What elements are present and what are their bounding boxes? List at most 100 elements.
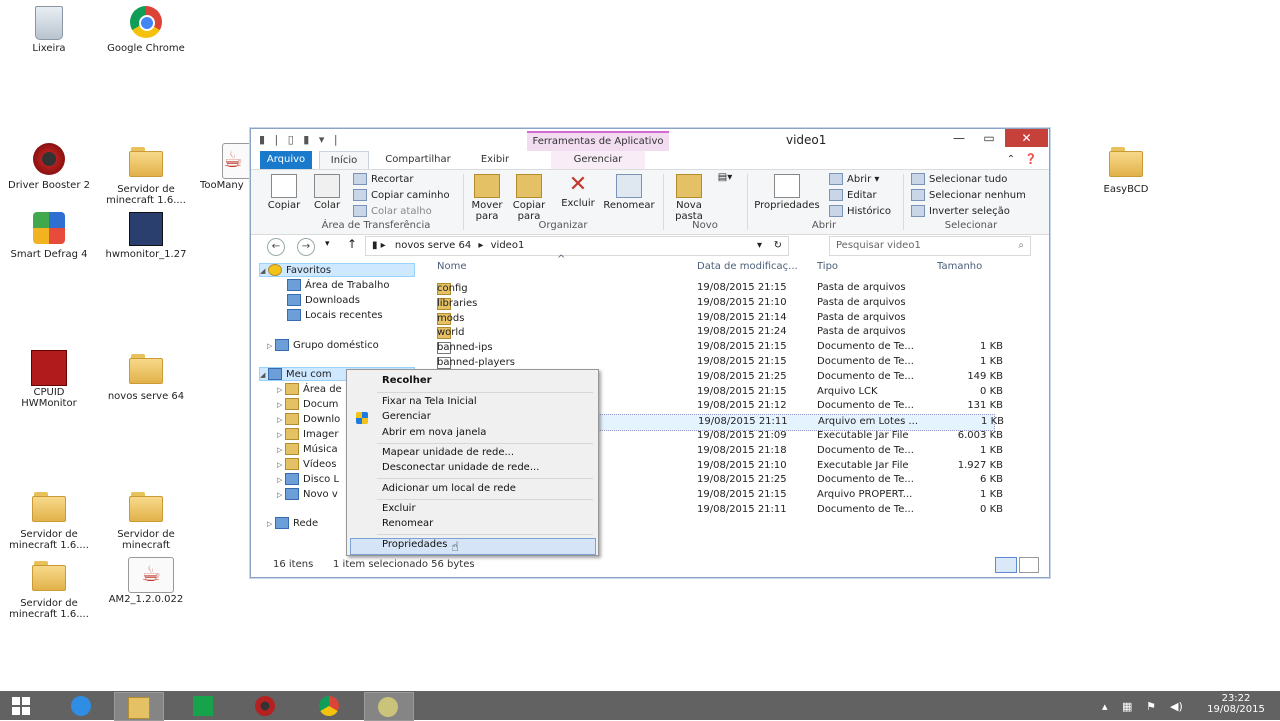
desktop-icon-google-chrome[interactable]: Google Chrome: [98, 6, 194, 54]
tab-exibir[interactable]: Exibir: [475, 151, 515, 169]
details-view-icon[interactable]: [995, 557, 1017, 573]
volume-tray-icon[interactable]: ◀): [1170, 700, 1183, 713]
menu-item-fixar[interactable]: Fixar na Tela Inicial: [382, 396, 477, 407]
nav-downloads[interactable]: Downloads: [287, 294, 360, 306]
taskbar-internet-explorer[interactable]: [58, 692, 106, 719]
help-icon[interactable]: ❓: [1023, 151, 1039, 169]
menu-item-renomear[interactable]: Renomear: [382, 518, 433, 529]
large-icons-view-icon[interactable]: [1019, 557, 1039, 573]
desktop-icon-cpuid-hwmonitor[interactable]: CPUID HWMonitor: [1, 350, 97, 409]
tab-arquivo[interactable]: Arquivo: [260, 151, 312, 169]
delete-button[interactable]: ✕ Excluir: [559, 174, 597, 210]
move-to-button[interactable]: Mover para: [467, 174, 507, 222]
taskbar-file-explorer[interactable]: [114, 692, 164, 721]
desktop-icon-smart-defrag[interactable]: Smart Defrag 4: [1, 212, 97, 260]
desktop-icon-hwmonitor-installer[interactable]: hwmonitor_1.27: [98, 212, 194, 260]
refresh-icon[interactable]: ↻: [774, 237, 782, 255]
desktop-icon-minecraft-server-4[interactable]: Servidor de minecraft 1.6....: [1, 557, 97, 620]
flag-tray-icon[interactable]: ⚑: [1146, 700, 1156, 713]
desktop-icon-minecraft-server-2[interactable]: Servidor de minecraft 1.6....: [1, 488, 97, 551]
copy-to-button[interactable]: Copiar para: [509, 174, 549, 222]
menu-item-recolher[interactable]: Recolher: [382, 375, 432, 386]
menu-item-mapear-unidade[interactable]: Mapear unidade de rede...: [382, 447, 514, 458]
nav-sub-imagens[interactable]: ▷ Imager: [277, 428, 338, 440]
taskbar-driver-booster[interactable]: [242, 692, 290, 719]
breadcrumb-video1[interactable]: video1: [491, 240, 525, 251]
column-header-date[interactable]: Data de modificaç...: [697, 261, 798, 272]
desktop-icon-easybcd[interactable]: EasyBCD: [1078, 143, 1174, 195]
maximize-button[interactable]: ▭: [975, 129, 1003, 147]
nav-rede[interactable]: ▷ Rede: [267, 517, 318, 529]
table-row[interactable]: world 19/08/2015 21:24 Pasta de arquivos: [433, 325, 993, 340]
address-box[interactable]: ▮ ▸ novos serve 64 ▸ video1 ▾ ↻: [365, 236, 789, 256]
column-header-name[interactable]: Nome: [437, 261, 467, 272]
nav-sub-videos[interactable]: ▷ Vídeos: [277, 458, 336, 470]
desktop-icon-novos-serve-64[interactable]: novos serve 64: [98, 350, 194, 402]
clock[interactable]: 23:22 19/08/2015: [1196, 693, 1276, 715]
column-header-size[interactable]: Tamanho: [937, 261, 982, 272]
menu-item-abrir-nova-janela[interactable]: Abrir em nova janela: [382, 427, 486, 438]
table-row[interactable]: mods 19/08/2015 21:14 Pasta de arquivos: [433, 311, 993, 326]
select-all-button[interactable]: Selecionar tudo: [911, 173, 1007, 185]
search-input[interactable]: Pesquisar video1 ⌕: [829, 236, 1031, 256]
taskbar-chrome[interactable]: [306, 692, 354, 719]
up-button[interactable]: ↑: [347, 237, 357, 251]
menu-item-propriedades[interactable]: Propriedades: [382, 539, 447, 550]
menu-item-excluir[interactable]: Excluir: [382, 503, 416, 514]
nav-favoritos[interactable]: ◢ Favoritos: [259, 263, 415, 277]
menu-item-adicionar-local[interactable]: Adicionar um local de rede: [382, 483, 516, 494]
breadcrumb-novos-serve[interactable]: novos serve 64: [395, 240, 471, 251]
nav-grupo-domestico[interactable]: ▷ Grupo doméstico: [267, 339, 379, 351]
taskbar-store[interactable]: [180, 692, 228, 719]
invert-selection-button[interactable]: Inverter seleção: [911, 205, 1010, 217]
start-button[interactable]: [12, 697, 30, 715]
table-row[interactable]: libraries 19/08/2015 21:10 Pasta de arquiv…: [433, 296, 993, 311]
back-button[interactable]: ←: [267, 238, 285, 256]
copy-path-button[interactable]: Copiar caminho: [353, 189, 450, 201]
address-dropdown-icon[interactable]: ▾: [757, 237, 762, 255]
properties-button[interactable]: Propriedades: [751, 174, 823, 211]
desktop-icon-minecraft-server-1[interactable]: Servidor de minecraft 1.6....: [98, 143, 194, 206]
table-row[interactable]: banned-ips 19/08/2015 21:15 Documento de T…: [433, 340, 1003, 355]
nav-sub-area[interactable]: ▷ Área de: [277, 383, 342, 395]
desktop-icon-recycle-bin[interactable]: Lixeira: [1, 6, 97, 54]
new-item-button[interactable]: ▤▾: [713, 172, 737, 183]
menu-item-gerenciar[interactable]: Gerenciar: [382, 411, 431, 422]
table-row[interactable]: config 19/08/2015 21:15 Pasta de arquivos: [433, 281, 993, 296]
desktop-icon-toomany[interactable]: TooMany: [196, 143, 254, 191]
nav-sub-novo-volume[interactable]: ▷ Novo v: [277, 488, 338, 500]
open-button[interactable]: Abrir ▾: [829, 173, 879, 185]
select-none-button[interactable]: Selecionar nenhum: [911, 189, 1026, 201]
desktop-icon-minecraft-server-3[interactable]: Servidor de minecraft: [98, 488, 194, 551]
new-folder-button[interactable]: Nova pasta: [669, 174, 709, 222]
taskbar-minecraft-server[interactable]: [364, 692, 414, 721]
paste-button[interactable]: Colar: [309, 174, 345, 211]
history-button[interactable]: Histórico: [829, 205, 891, 217]
paste-shortcut-button[interactable]: Colar atalho: [353, 205, 432, 217]
nav-sub-musicas[interactable]: ▷ Música: [277, 443, 338, 455]
tab-gerenciar[interactable]: Gerenciar: [551, 151, 645, 169]
ribbon-collapse-icon[interactable]: ⌃: [1003, 151, 1019, 169]
tab-compartilhar[interactable]: Compartilhar: [379, 151, 457, 169]
close-button[interactable]: ✕: [1005, 129, 1048, 147]
minimize-button[interactable]: —: [945, 129, 973, 147]
recent-locations-dropdown[interactable]: ▾: [325, 239, 330, 249]
desktop-icon-driver-booster[interactable]: Driver Booster 2: [1, 143, 97, 191]
cut-button[interactable]: Recortar: [353, 173, 414, 185]
network-tray-icon[interactable]: ▦: [1122, 700, 1132, 713]
desktop-icon-am2[interactable]: AM2_1.2.0.022: [98, 557, 194, 605]
tab-inicio[interactable]: Início: [319, 151, 369, 170]
nav-sub-disco-local[interactable]: ▷ Disco L: [277, 473, 339, 485]
edit-button[interactable]: Editar: [829, 189, 877, 201]
column-header-type[interactable]: Tipo: [817, 261, 838, 272]
rename-button[interactable]: Renomear: [601, 174, 657, 211]
nav-locais-recentes[interactable]: Locais recentes: [287, 309, 383, 321]
nav-sub-downloads[interactable]: ▷ Downlo: [277, 413, 340, 425]
forward-button[interactable]: →: [297, 238, 315, 256]
menu-item-desconectar-unidade[interactable]: Desconectar unidade de rede...: [382, 462, 539, 473]
quick-access-toolbar[interactable]: ▮ | ▯ ▮ ▾ |: [259, 133, 341, 146]
nav-sub-documentos[interactable]: ▷ Docum: [277, 398, 338, 410]
table-row[interactable]: banned-players 19/08/2015 21:15 Documento …: [433, 355, 1003, 370]
nav-area-de-trabalho[interactable]: Área de Trabalho: [287, 279, 389, 291]
tray-arrow-icon[interactable]: ▴: [1102, 700, 1108, 713]
